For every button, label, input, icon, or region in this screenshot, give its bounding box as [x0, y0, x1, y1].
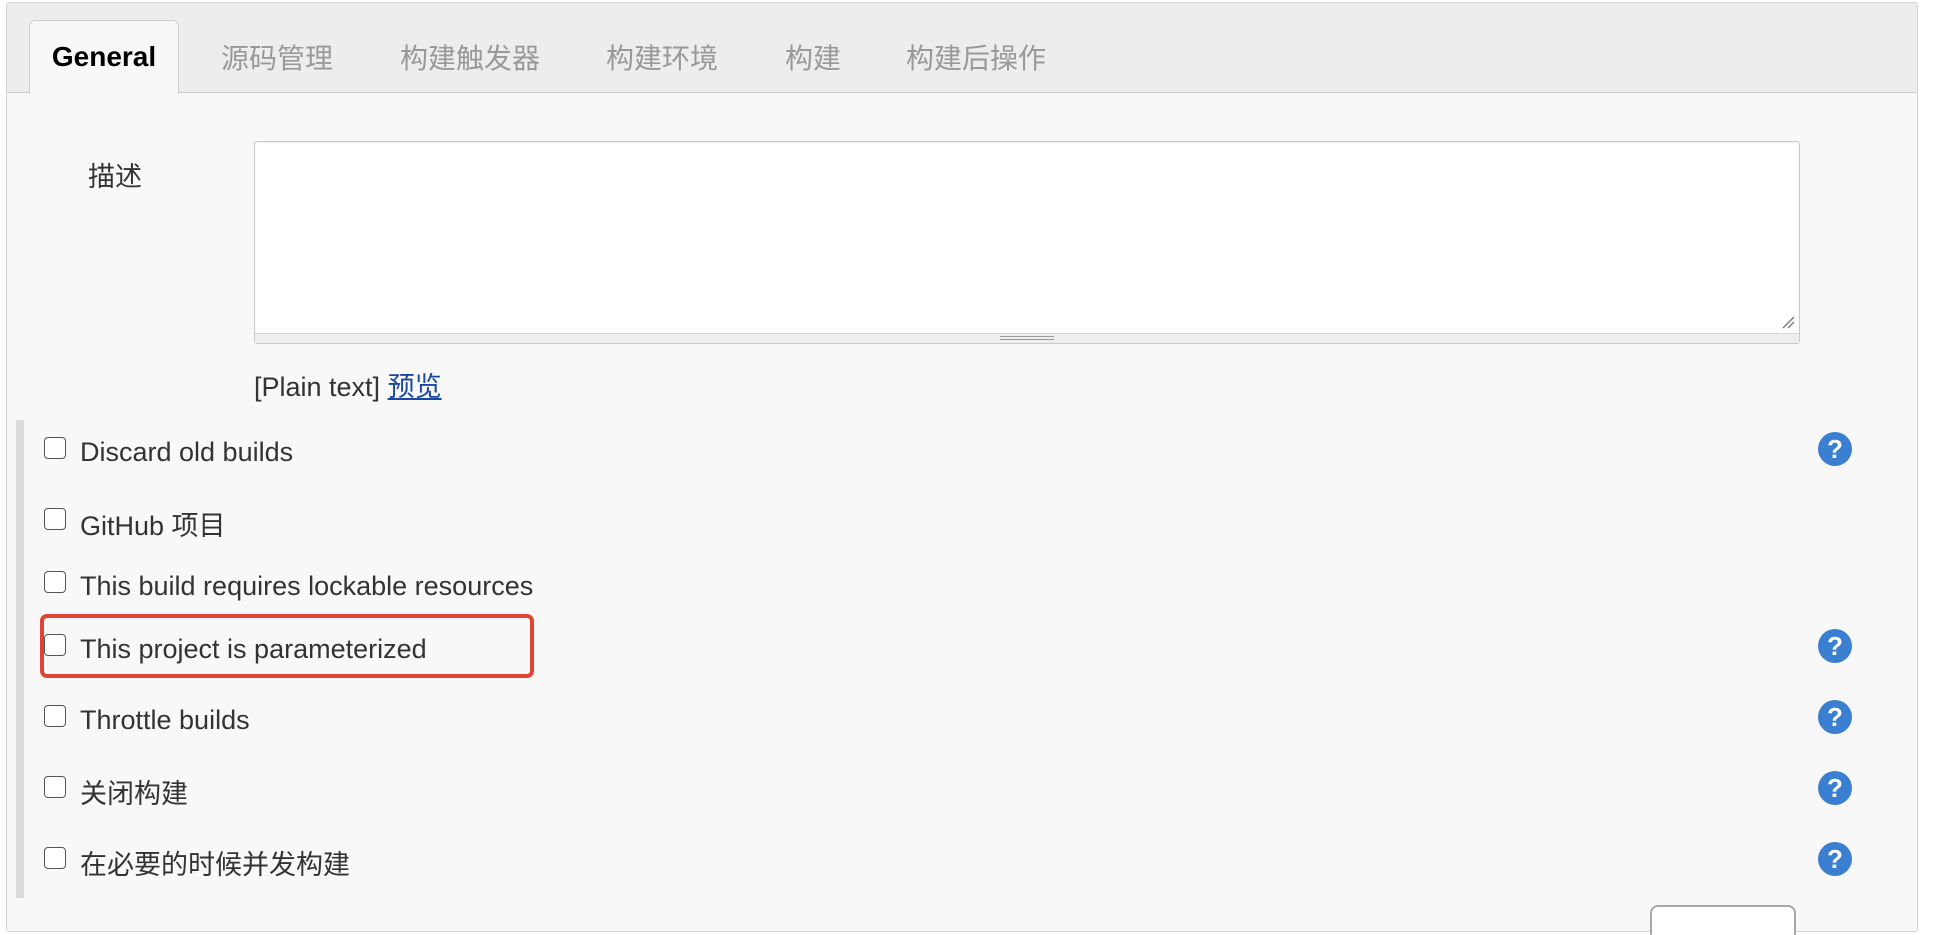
option-discard-old-builds[interactable]: Discard old builds: [44, 432, 293, 472]
plain-text-label: [Plain text]: [254, 372, 381, 402]
tab-source-code-management[interactable]: 源码管理: [221, 37, 333, 77]
advanced-button[interactable]: [1650, 905, 1796, 935]
option-github-project[interactable]: GitHub 项目: [44, 503, 226, 543]
config-tab-bar: General 源码管理 构建触发器 构建环境 构建 构建后操作: [7, 3, 1917, 94]
help-icon-throttle-builds[interactable]: ?: [1818, 700, 1852, 734]
resize-corner-icon[interactable]: [1781, 315, 1795, 329]
help-icon-concurrent-builds[interactable]: ?: [1818, 842, 1852, 876]
option-parameterized[interactable]: This project is parameterized: [44, 629, 427, 669]
parameterized-checkbox[interactable]: [44, 634, 66, 656]
option-disable-build[interactable]: 关闭构建: [44, 771, 188, 811]
lockable-resources-checkbox[interactable]: [44, 571, 66, 593]
description-textarea-container: [254, 141, 1800, 344]
parameterized-label: This project is parameterized: [80, 633, 427, 664]
help-icon-parameterized[interactable]: ?: [1818, 629, 1852, 663]
option-throttle-builds[interactable]: Throttle builds: [44, 700, 250, 740]
tab-build[interactable]: 构建: [785, 37, 841, 77]
concurrent-builds-checkbox[interactable]: [44, 847, 66, 869]
description-label: 描述: [88, 162, 142, 192]
tab-post-build-actions[interactable]: 构建后操作: [906, 37, 1046, 77]
help-icon-disable-build[interactable]: ?: [1818, 771, 1852, 805]
tab-build-environment[interactable]: 构建环境: [606, 37, 718, 77]
throttle-builds-checkbox[interactable]: [44, 705, 66, 727]
concurrent-builds-label: 在必要的时候并发构建: [80, 849, 350, 880]
option-concurrent-builds[interactable]: 在必要的时候并发构建: [44, 842, 350, 882]
lockable-resources-label: This build requires lockable resources: [80, 570, 534, 601]
github-project-label: GitHub 项目: [80, 510, 226, 541]
github-project-checkbox[interactable]: [44, 508, 66, 530]
discard-old-builds-checkbox[interactable]: [44, 437, 66, 459]
preview-link[interactable]: 预览: [388, 372, 442, 402]
textarea-drag-bar: [255, 333, 1799, 343]
options-section-rail: [16, 420, 24, 898]
description-format-line: [Plain text] 预览: [254, 365, 442, 404]
help-icon-discard-old-builds[interactable]: ?: [1818, 432, 1852, 466]
tab-general[interactable]: General: [29, 20, 179, 94]
disable-build-checkbox[interactable]: [44, 776, 66, 798]
drag-grip-icon[interactable]: [1000, 336, 1054, 340]
option-lockable-resources[interactable]: This build requires lockable resources: [44, 566, 533, 606]
description-textarea[interactable]: [255, 142, 1799, 332]
tab-build-triggers[interactable]: 构建触发器: [400, 37, 540, 77]
disable-build-label: 关闭构建: [80, 778, 188, 809]
throttle-builds-label: Throttle builds: [80, 704, 250, 735]
discard-old-builds-label: Discard old builds: [80, 436, 294, 467]
